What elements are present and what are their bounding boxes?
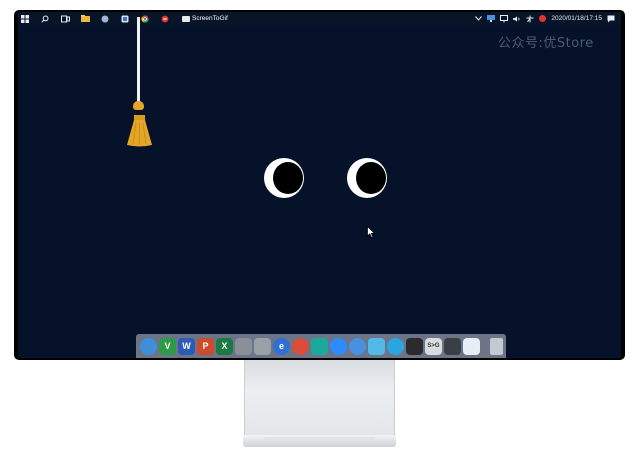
dock-app-teal-icon[interactable] <box>311 337 328 355</box>
display-icon[interactable] <box>500 14 509 23</box>
monitor-stand-neck <box>244 360 395 435</box>
taskbar-active-app[interactable]: ScreenToGif <box>182 15 228 22</box>
dock-app-multicolor-icon[interactable] <box>368 337 385 355</box>
dock-excel-icon[interactable]: X <box>216 337 233 355</box>
right-eye <box>347 158 387 198</box>
taskbar-clock[interactable]: 2020/01/18/17:15 <box>551 15 602 22</box>
dock-monitor-icon[interactable] <box>444 337 461 355</box>
dock-rocket-icon[interactable] <box>235 337 252 355</box>
dock-vim-icon[interactable]: V <box>159 337 176 355</box>
volume-icon[interactable] <box>513 15 521 23</box>
chrome-icon[interactable] <box>140 14 150 24</box>
notification-icon[interactable] <box>607 15 615 23</box>
dock-qq-icon[interactable] <box>387 337 404 355</box>
app-icon-1[interactable] <box>100 14 110 24</box>
dock-control-panel-icon[interactable] <box>463 337 480 355</box>
task-view-icon[interactable] <box>60 14 70 24</box>
left-pupil <box>273 162 303 194</box>
dock-code-icon[interactable]: S>G <box>425 337 442 355</box>
input-icon[interactable] <box>526 15 534 23</box>
dock-app-blue-icon[interactable] <box>349 337 366 355</box>
windows-start-icon[interactable] <box>20 14 30 24</box>
file-explorer-icon[interactable] <box>80 14 90 24</box>
dock-browser-glyph: e <box>278 341 284 351</box>
network-icon[interactable] <box>487 15 496 23</box>
left-eye <box>264 158 304 198</box>
right-pupil <box>356 162 386 194</box>
dock-vim-glyph: V <box>164 341 171 351</box>
app-icon-2[interactable] <box>120 14 130 24</box>
watermark-text: 公众号:优Store <box>498 36 594 51</box>
record-icon[interactable] <box>160 14 170 24</box>
monitor-stand-slot <box>264 437 375 441</box>
dock-word-glyph: W <box>182 341 191 351</box>
lamp-pull-knob[interactable] <box>133 101 144 110</box>
lamp-tassel[interactable] <box>126 115 153 147</box>
desktop-screen: ScreenToGif 2020/01/18/17:15 公众号:优Store … <box>18 12 621 358</box>
dock-terminal-icon[interactable] <box>406 337 423 355</box>
dock-zoom-icon[interactable] <box>330 337 347 355</box>
dock-code-glyph: S>G <box>427 343 440 349</box>
antivirus-icon[interactable] <box>539 15 547 22</box>
dock-trash-icon[interactable] <box>490 337 503 355</box>
dock-settings-icon[interactable] <box>254 337 271 355</box>
mouse-cursor-icon <box>367 226 375 238</box>
dock-word-icon[interactable]: W <box>178 337 195 355</box>
dock-powerpoint-icon[interactable]: P <box>197 337 214 355</box>
lamp-pull-cord[interactable] <box>137 17 140 107</box>
active-app-label: ScreenToGif <box>192 15 228 22</box>
dock-excel-glyph: X <box>221 341 228 351</box>
taskbar: ScreenToGif 2020/01/18/17:15 <box>18 12 621 25</box>
chevron-up-icon[interactable] <box>474 15 482 23</box>
dock-browser-icon[interactable]: e <box>273 337 290 355</box>
dock: V W P Xe S>G <box>136 334 506 358</box>
dock-chrome-icon[interactable] <box>292 337 309 355</box>
screentogif-icon <box>182 15 190 22</box>
dock-powerpoint-glyph: P <box>202 341 209 351</box>
dock-app-1[interactable] <box>140 337 157 355</box>
search-icon[interactable] <box>40 14 50 24</box>
